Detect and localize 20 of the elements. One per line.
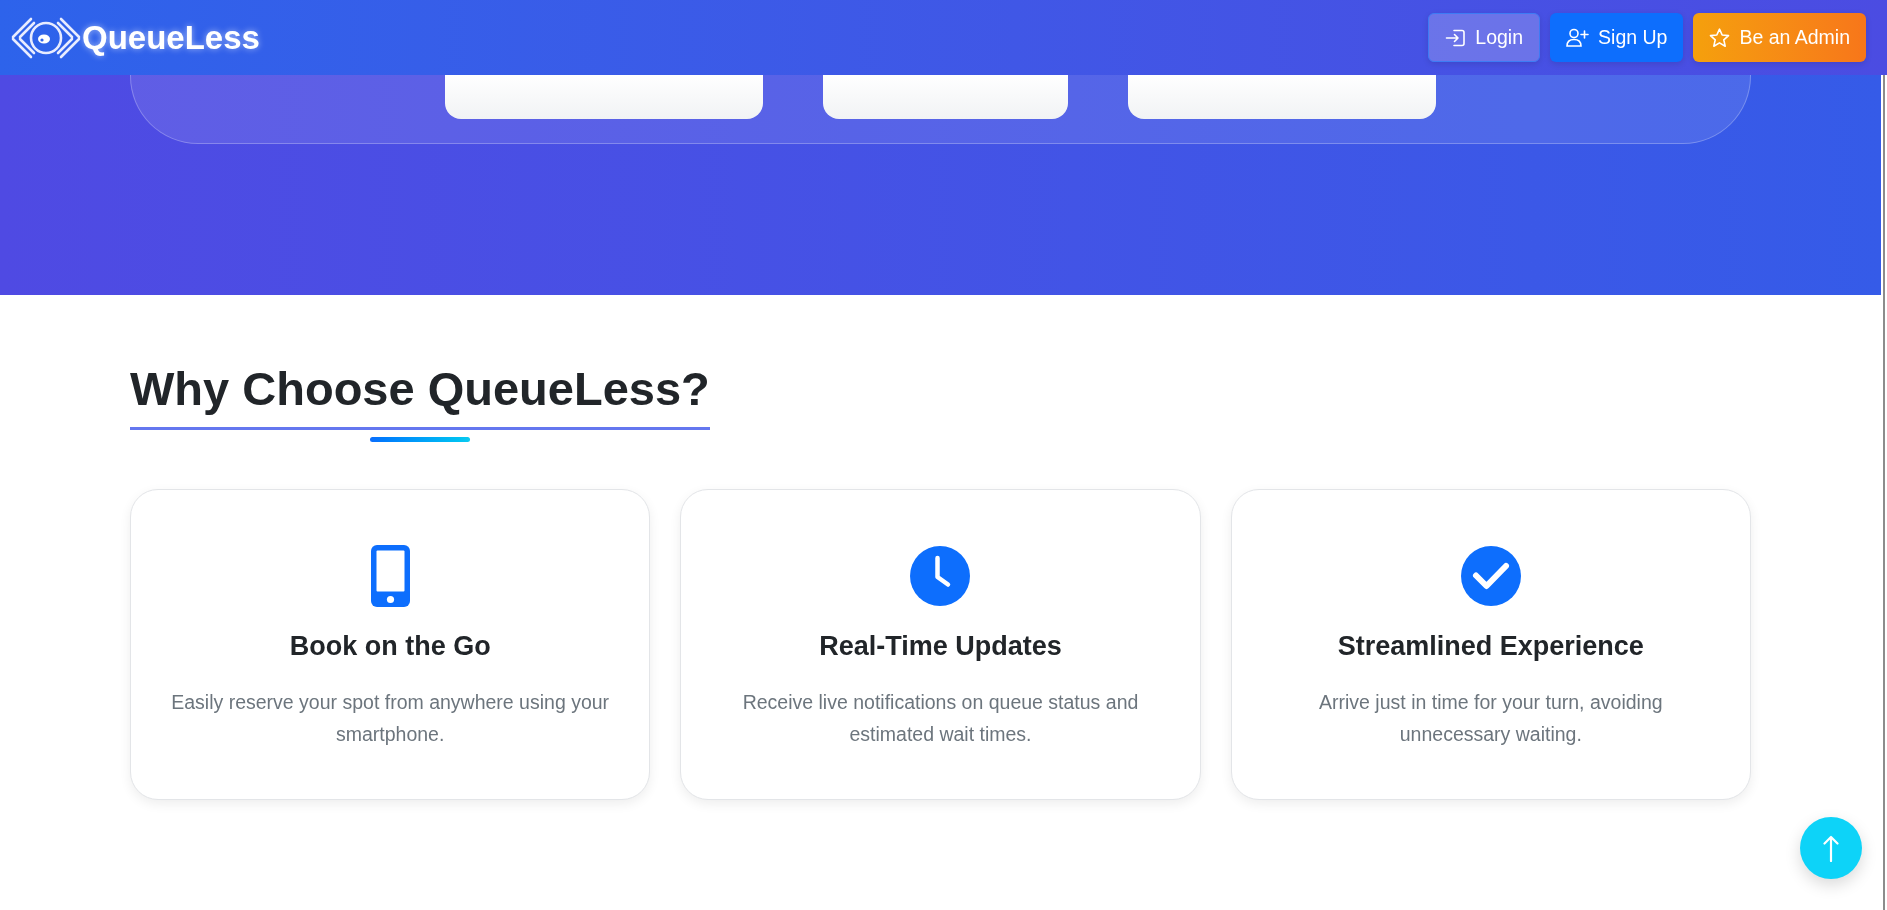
smartphone-icon [370,544,410,607]
admin-button[interactable]: Be an Admin [1693,13,1866,62]
star-icon [1709,27,1731,48]
feature-title: Real-Time Updates [819,630,1062,664]
feature-title: Streamlined Experience [1337,630,1644,664]
feature-description: Arrive just in time for your turn, avoiding unnecessary waiting. [1318,690,1664,748]
feature-description: Easily reserve your spot from anywhere using your smartphone. [170,690,611,748]
brand-name: QueueLess [82,21,260,54]
arrow-up-icon [1823,834,1839,862]
scrollbar[interactable] [1883,75,1885,910]
sign-up-button[interactable]: Sign Up [1550,13,1684,62]
feature-title: Book on the Go [289,630,491,664]
enter-icon [1445,27,1467,48]
login-button[interactable]: Login [1428,13,1541,62]
user-plus-icon [1566,28,1590,47]
feature-description: Receive live notifications on queue status and estimated wait times. [741,690,1140,748]
clock-icon [910,545,971,606]
check-circle-icon [1460,545,1521,606]
section-heading: Why Choose QueueLess? [130,361,710,431]
scroll-to-top-button[interactable] [1800,817,1862,879]
